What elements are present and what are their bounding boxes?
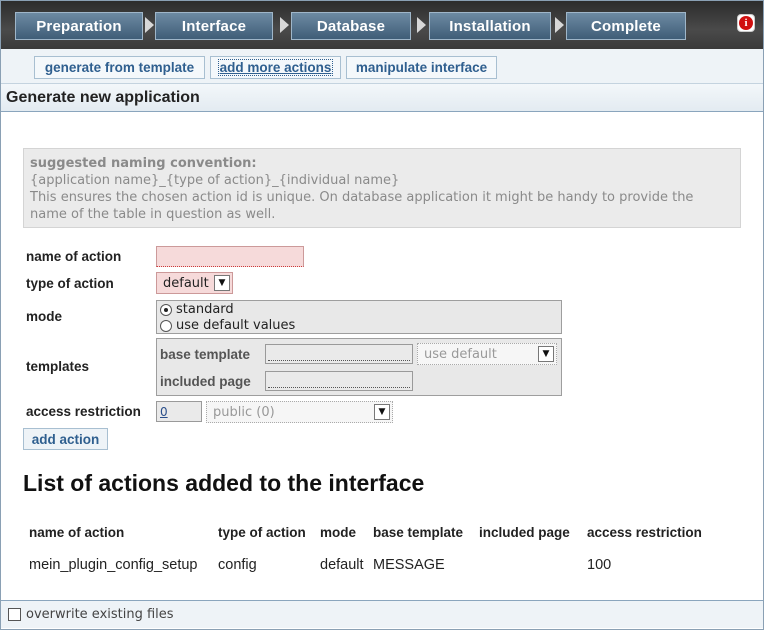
column-header-base-template: base template bbox=[373, 525, 464, 540]
type-of-action-value: default bbox=[163, 275, 209, 291]
naming-pattern: {application name}_{type of action}_{ind… bbox=[30, 173, 400, 188]
base-template-input[interactable] bbox=[265, 344, 413, 364]
overwrite-checkbox[interactable] bbox=[8, 608, 21, 621]
chevron-right-icon bbox=[280, 17, 289, 33]
tab-label: manipulate interface bbox=[355, 60, 488, 75]
tab-label: generate from template bbox=[44, 60, 195, 75]
chevron-right-icon bbox=[417, 17, 426, 33]
naming-title: suggested naming convention: bbox=[30, 156, 257, 171]
actions-list-title: List of actions added to the interface bbox=[23, 470, 425, 496]
base-template-select[interactable]: use default ▼ bbox=[417, 343, 557, 365]
name-of-action-input[interactable] bbox=[156, 246, 304, 267]
cell-type: config bbox=[218, 557, 257, 573]
step-complete[interactable]: Complete bbox=[566, 12, 686, 40]
tab-generate-from-template[interactable]: generate from template bbox=[34, 56, 205, 79]
cell-base-template: MESSAGE bbox=[373, 557, 445, 573]
cell-mode: default bbox=[320, 557, 364, 573]
templates-label: templates bbox=[26, 359, 90, 374]
chevron-down-icon: ▼ bbox=[538, 346, 554, 362]
chevron-down-icon: ▼ bbox=[374, 404, 390, 420]
step-interface[interactable]: Interface bbox=[155, 12, 273, 40]
chevron-right-icon bbox=[145, 17, 154, 33]
cell-name: mein_plugin_config_setup bbox=[29, 557, 198, 573]
footer-bar: overwrite existing files bbox=[1, 600, 763, 628]
overwrite-label: overwrite existing files bbox=[26, 607, 174, 622]
naming-convention-box: suggested naming convention: {applicatio… bbox=[23, 148, 741, 228]
info-icon[interactable]: i bbox=[737, 14, 755, 32]
chevron-down-icon: ▼ bbox=[214, 275, 230, 291]
access-restriction-select[interactable]: public (0) ▼ bbox=[206, 401, 393, 423]
step-database[interactable]: Database bbox=[291, 12, 411, 40]
included-page-label: included page bbox=[160, 374, 251, 389]
tab-add-more-actions[interactable]: add more actions bbox=[210, 56, 341, 79]
wizard-bar: Preparation Interface Database Installat… bbox=[1, 1, 763, 49]
radio-icon bbox=[160, 303, 172, 316]
add-action-button[interactable]: add action bbox=[23, 428, 108, 450]
mode-label: mode bbox=[26, 309, 63, 324]
access-restriction-input[interactable]: 0 bbox=[156, 401, 202, 422]
column-header-mode: mode bbox=[320, 525, 357, 540]
naming-description: This ensures the chosen action id is uni… bbox=[30, 190, 694, 222]
access-restriction-label: access restriction bbox=[26, 404, 141, 419]
access-restriction-select-value: public (0) bbox=[213, 404, 275, 420]
column-header-included-page: included page bbox=[479, 525, 570, 540]
cell-access: 100 bbox=[587, 557, 612, 573]
mode-group: standard use default values bbox=[156, 300, 562, 334]
base-template-label: base template bbox=[160, 347, 251, 362]
mode-option-standard[interactable]: standard bbox=[160, 302, 234, 317]
included-page-input[interactable] bbox=[265, 371, 413, 391]
radio-icon bbox=[160, 319, 172, 332]
subtab-bar: generate from template add more actions … bbox=[1, 49, 763, 83]
step-installation[interactable]: Installation bbox=[429, 12, 551, 40]
mode-option-label: use default values bbox=[176, 318, 296, 333]
column-header-name: name of action bbox=[29, 525, 125, 540]
page-title: Generate new application bbox=[1, 83, 763, 112]
step-preparation[interactable]: Preparation bbox=[15, 12, 143, 40]
column-header-type: type of action bbox=[218, 525, 306, 540]
type-of-action-label: type of action bbox=[26, 276, 114, 291]
tab-manipulate-interface[interactable]: manipulate interface bbox=[346, 56, 497, 79]
chevron-right-icon bbox=[555, 17, 564, 33]
templates-group: base template use default ▼ included pag… bbox=[156, 338, 562, 396]
type-of-action-select[interactable]: default ▼ bbox=[156, 272, 233, 294]
tab-label: add more actions bbox=[217, 59, 334, 76]
mode-option-default-values[interactable]: use default values bbox=[160, 318, 295, 333]
mode-option-label: standard bbox=[176, 302, 234, 317]
name-of-action-label: name of action bbox=[26, 249, 122, 264]
base-template-select-value: use default bbox=[424, 346, 497, 362]
column-header-access: access restriction bbox=[587, 525, 702, 540]
